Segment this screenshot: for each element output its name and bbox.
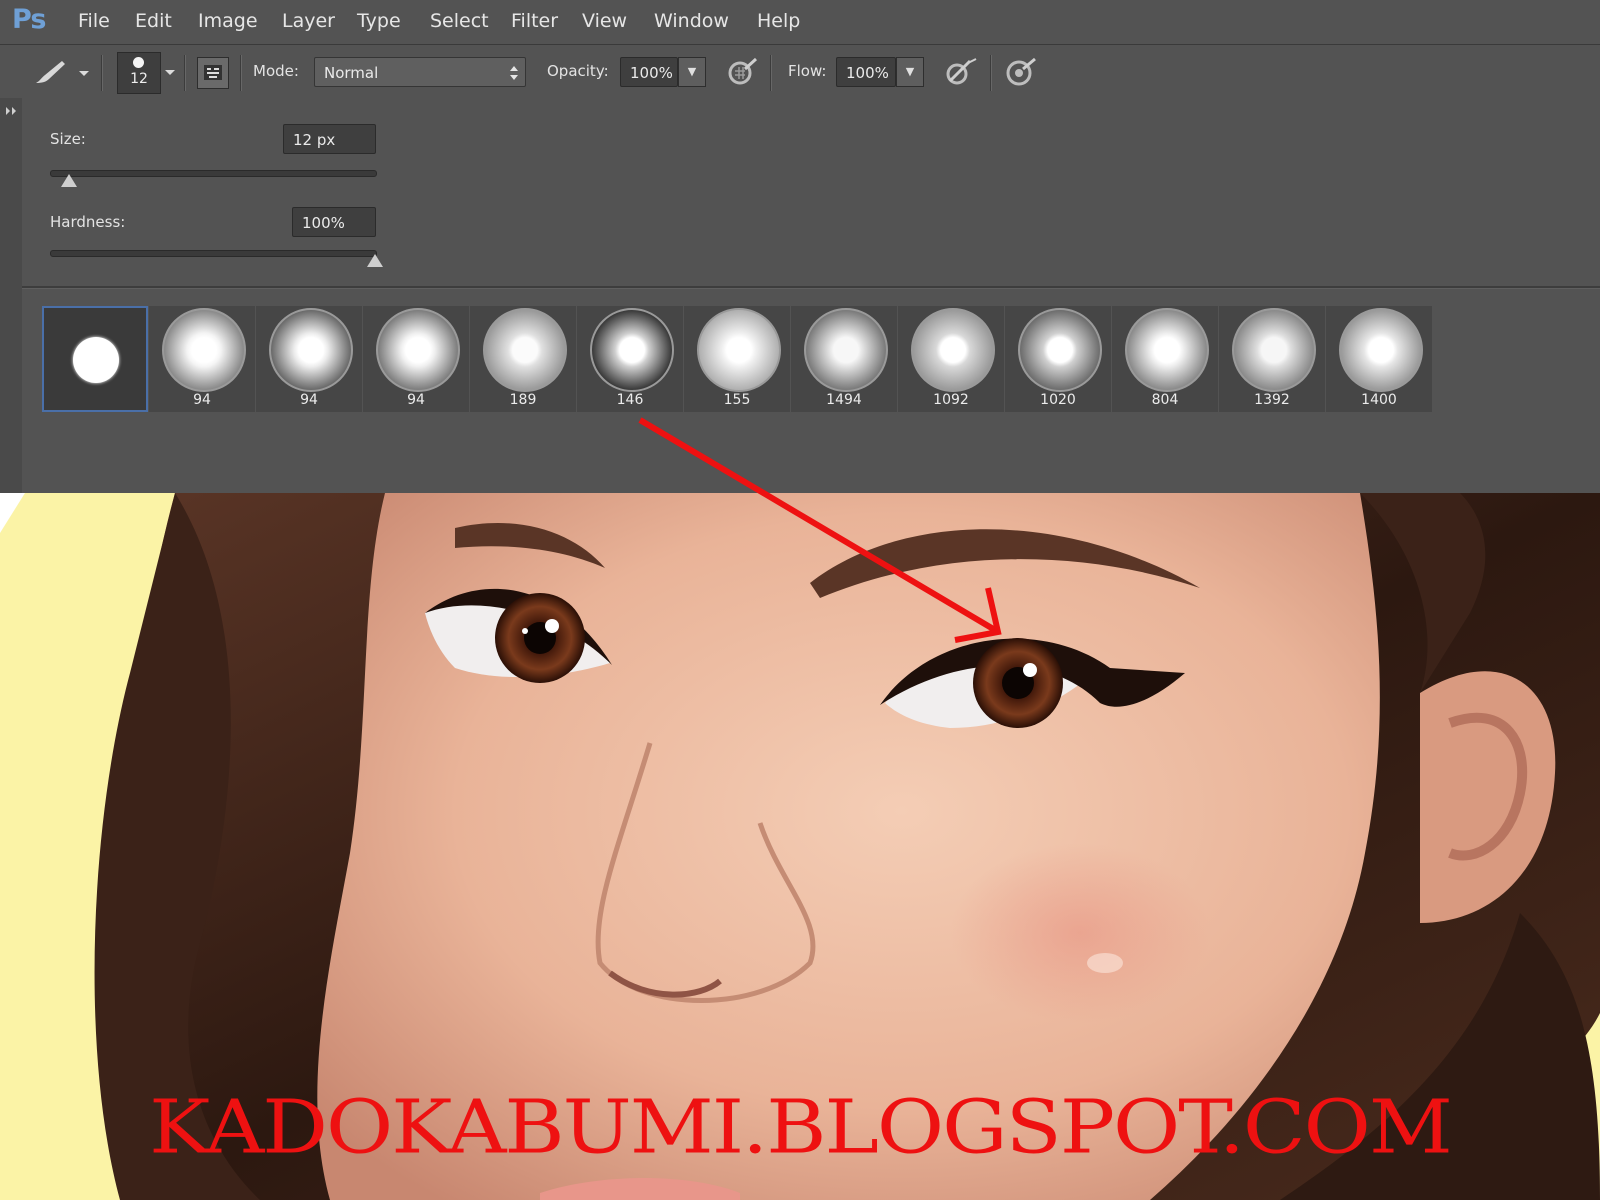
watermark-text: KADOKABUMI.BLOGSPOT.COM [149,1084,1453,1171]
annotation-arrow [638,417,1002,643]
